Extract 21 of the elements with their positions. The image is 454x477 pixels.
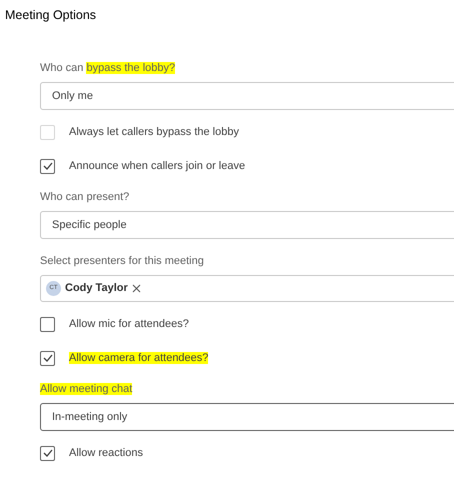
window-title: Meeting Options <box>5 8 96 22</box>
checkbox[interactable] <box>40 350 55 366</box>
checkbox-label: Allow reactions <box>69 446 143 460</box>
checkbox-label: Allow mic for attendees? <box>69 317 189 331</box>
field-label: Who can present? <box>40 190 130 204</box>
checkbox[interactable] <box>40 446 55 460</box>
checkbox-label: Allow camera for attendees? <box>69 351 208 365</box>
dropdown-field[interactable]: Only me <box>40 82 454 110</box>
field-label: Select presenters for this meeting <box>40 254 204 268</box>
dropdown-field[interactable]: In-meeting only <box>40 403 454 431</box>
checkbox-label: Announce when callers join or leave <box>69 159 246 173</box>
dropdown-field[interactable]: Specific people <box>40 211 454 239</box>
checkbox[interactable] <box>40 158 55 174</box>
checkmark-icon <box>42 162 52 170</box>
close-icon[interactable] <box>132 284 141 293</box>
checkmark-icon <box>42 449 52 457</box>
checkbox[interactable] <box>40 316 55 332</box>
checkmark-icon <box>42 354 52 362</box>
person-name: Cody Taylor <box>65 281 128 296</box>
checkbox-label: Always let callers bypass the lobby <box>69 125 239 139</box>
field-label: Who can bypass the lobby? <box>40 61 176 75</box>
